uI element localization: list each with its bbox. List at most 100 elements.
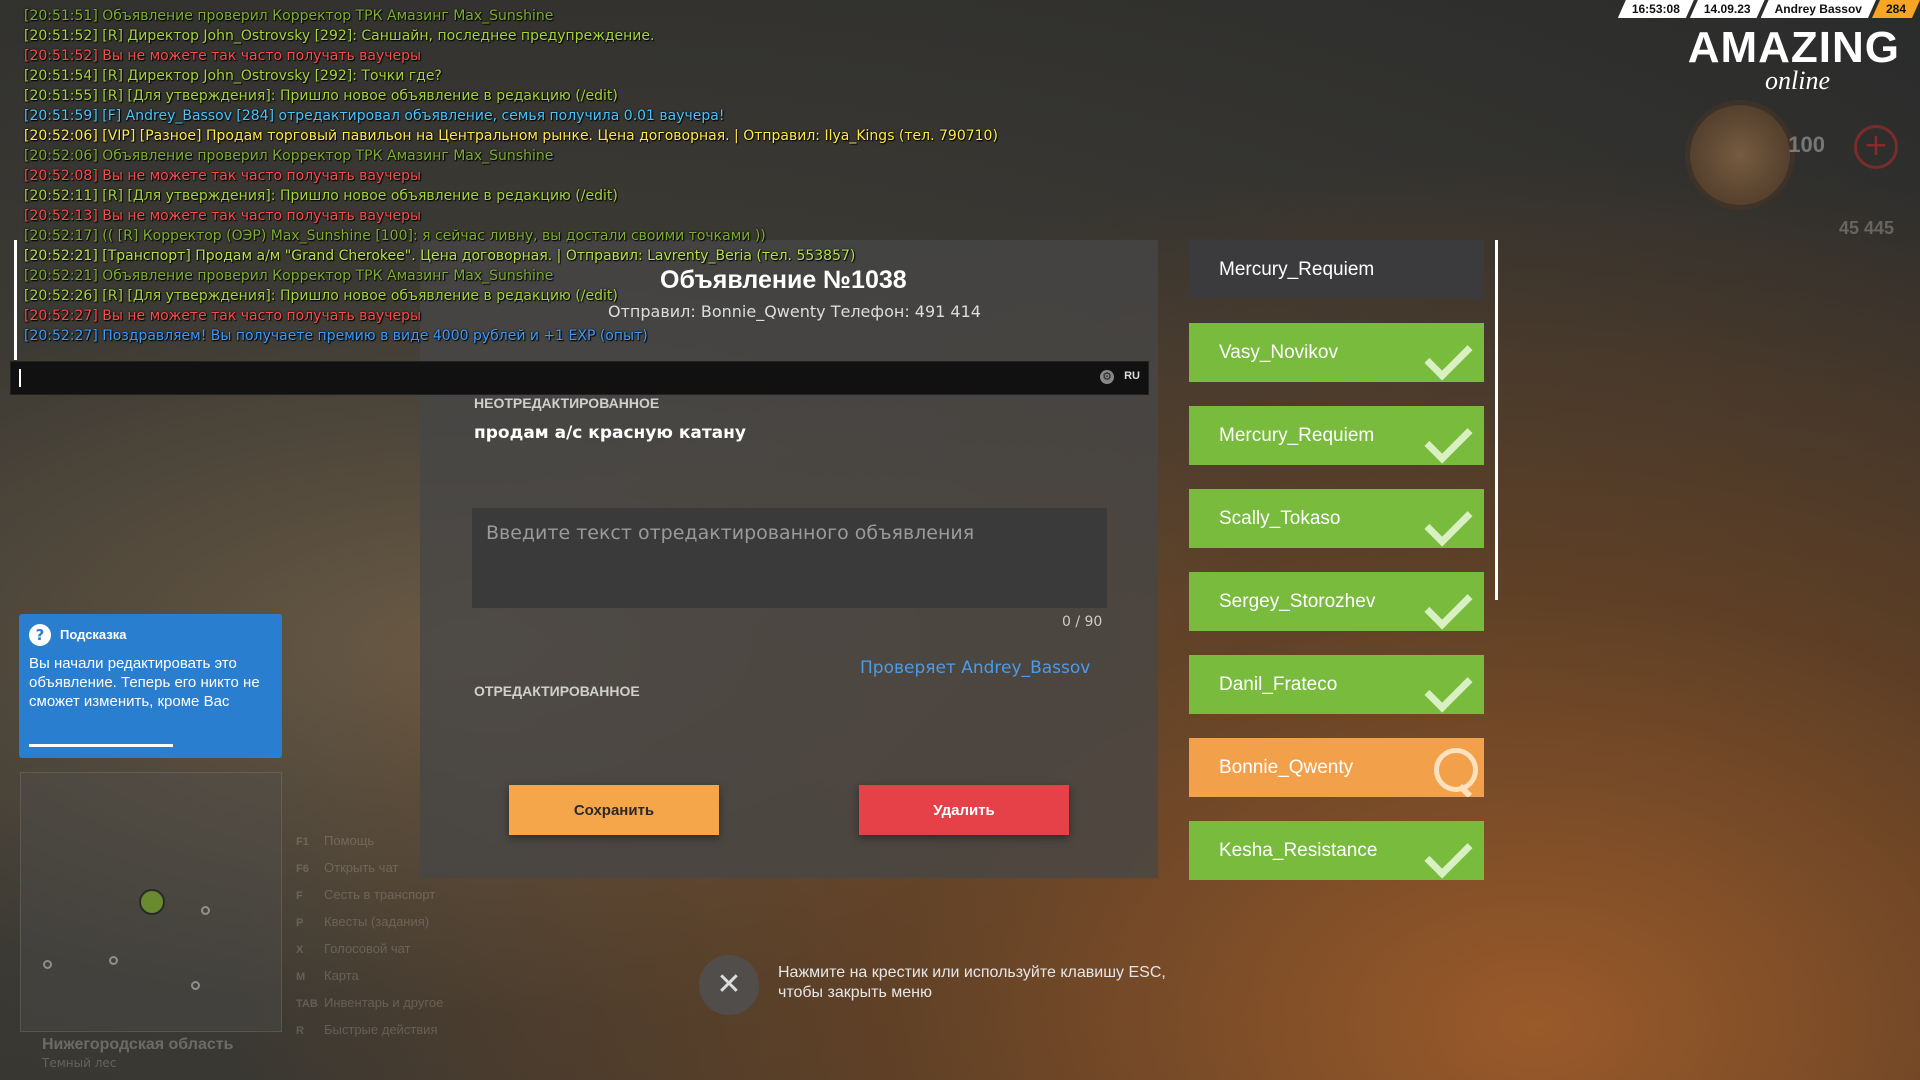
chat-line: [20:52:06] [VIP] [Разное] Продам торговы… (24, 128, 998, 144)
close-icon[interactable]: ✕ (699, 955, 759, 1015)
delete-button[interactable]: Удалить (859, 785, 1069, 835)
queue-item[interactable]: Kesha_Resistance (1189, 821, 1484, 880)
hotkey-key: F (296, 890, 303, 902)
chat-line: [20:52:11] [R] [Для утверждения]: Пришло… (24, 188, 618, 204)
health-value: 100 (1788, 132, 1825, 157)
health-plus-icon: + (1854, 125, 1898, 169)
chat-line: [20:52:21] Объявление проверил Корректор… (24, 268, 554, 284)
edited-label: ОТРЕДАКТИРОВАННОЕ (474, 683, 640, 699)
hotkey-label: Инвентарь и другое (324, 995, 444, 1010)
hotkey-key: TAB (296, 998, 318, 1010)
game-logo: AMAZING online (1670, 23, 1900, 94)
map-marker-icon (43, 960, 52, 969)
queue-item-name: Bonnie_Qwenty (1219, 757, 1354, 778)
chat-scroll-indicator (14, 240, 17, 360)
hotkey-label: Быстрые действия (324, 1022, 438, 1037)
chat-line: [20:52:27] Вы не можете так часто получа… (24, 308, 422, 324)
queue-item-name: Vasy_Novikov (1219, 342, 1338, 363)
chat-line: [20:52:21] [Транспорт] Продам а/м "Grand… (24, 248, 856, 264)
hotkey-key: X (296, 944, 304, 956)
chat-line: [20:51:55] [R] [Для утверждения]: Пришло… (24, 88, 618, 104)
unedited-label: НЕОТРЕДАКТИРОВАННОЕ (474, 395, 660, 411)
hotkey-row: X Голосовой чат (296, 936, 443, 963)
hotkey-row: F Сесть в транспорт (296, 882, 443, 909)
chat-line: [20:51:52] Вы не можете так часто получа… (24, 48, 422, 64)
chat-line: [20:51:54] [R] Директор John_Ostrovsky [… (24, 68, 442, 84)
hotkey-row: F6 Открыть чат (296, 855, 443, 882)
hint-progress (29, 744, 173, 747)
list-scrollbar[interactable] (1495, 240, 1498, 600)
chat-log: [20:51:51] Объявление проверил Корректор… (24, 6, 1124, 346)
queue-item[interactable]: Sergey_Storozhev (1189, 572, 1484, 631)
check-icon (1428, 831, 1478, 879)
chat-line: [20:52:13] Вы не можете так часто получа… (24, 208, 422, 224)
money-value: 45 445 (1838, 218, 1894, 238)
edited-ad-input[interactable] (472, 508, 1107, 608)
hotkey-key: P (296, 917, 304, 929)
hotkey-label: Сесть в транспорт (324, 887, 436, 902)
queue-item-name: Scally_Tokaso (1219, 508, 1341, 529)
hotkey-row: P Квесты (задания) (296, 909, 443, 936)
subregion-name: Темный лес (42, 1056, 117, 1070)
close-hint-line2: чтобы закрыть меню (778, 984, 932, 1001)
player-id: 284 (1872, 0, 1920, 18)
hotkey-row: M Карта (296, 963, 443, 990)
player-name: Andrey Bassov (1761, 0, 1876, 18)
hotkey-key: F1 (296, 836, 309, 848)
queue-item-name: Mercury_Requiem (1219, 259, 1375, 280)
chat-line: [20:52:26] [R] [Для утверждения]: Пришло… (24, 288, 618, 304)
logo-text: AMAZING (1687, 23, 1900, 72)
chat-line: [20:51:51] Объявление проверил Корректор… (24, 8, 554, 24)
original-ad-text: продам а/с красную катану (474, 423, 746, 443)
hotkey-row: TAB Инвентарь и другое (296, 990, 443, 1017)
region-name: Нижегородская область (42, 1036, 234, 1053)
hotkey-label: Голосовой чат (324, 941, 411, 956)
logo-subtext: online (1765, 66, 1830, 95)
player-position-icon (139, 889, 165, 915)
search-icon (1428, 748, 1478, 796)
language-indicator[interactable]: RU (1124, 370, 1140, 382)
check-icon (1428, 416, 1478, 464)
checker-name: Проверяет Andrey_Bassov (860, 658, 1091, 678)
chat-line: [20:52:06] Объявление проверил Корректор… (24, 148, 554, 164)
hotkey-key: R (296, 1025, 304, 1037)
hotkeys-help: F1 Помощь F6 Открыть чат F Сесть в транспорт P… (296, 828, 443, 1044)
hint-title: Подсказка (60, 627, 127, 642)
hotkey-label: Помощь (324, 833, 375, 848)
chat-line: [20:52:17] (( [R] Корректор (ОЭР) Max_Su… (24, 228, 766, 244)
clock: 16:53:08 (1618, 0, 1694, 18)
minimap[interactable] (20, 772, 282, 1032)
queue-item[interactable]: Danil_Frateco (1189, 655, 1484, 714)
chat-line: [20:51:52] [R] Директор John_Ostrovsky [… (24, 28, 655, 44)
check-icon (1428, 582, 1478, 630)
queue-item-active[interactable]: Bonnie_Qwenty (1189, 738, 1484, 797)
player-avatar (1685, 100, 1795, 210)
queue-item-name: Danil_Frateco (1219, 674, 1338, 695)
check-icon (1428, 499, 1478, 547)
hotkey-label: Карта (324, 968, 359, 983)
check-icon (1428, 333, 1478, 381)
map-marker-icon (191, 981, 200, 990)
hotkey-row: R Быстрые действия (296, 1017, 443, 1044)
check-icon (1428, 665, 1478, 713)
hotkey-label: Открыть чат (324, 860, 399, 875)
char-counter: 0 / 90 (1062, 614, 1103, 630)
hint-panel: ? Подсказка Вы начали редактировать это … (19, 614, 282, 758)
text-cursor (19, 369, 21, 387)
hotkey-key: F6 (296, 863, 309, 875)
queue-item-header[interactable]: Mercury_Requiem (1189, 240, 1484, 299)
queue-item[interactable]: Vasy_Novikov (1189, 323, 1484, 382)
chat-input[interactable]: ⚙ RU (10, 361, 1149, 395)
question-icon: ? (29, 624, 51, 646)
save-button[interactable]: Сохранить (509, 785, 719, 835)
queue-item[interactable]: Scally_Tokaso (1189, 489, 1484, 548)
gear-icon[interactable]: ⚙ (1100, 370, 1114, 384)
chat-line: [20:52:27] Поздравляем! Вы получаете пре… (24, 328, 648, 344)
queue-item-name: Kesha_Resistance (1219, 840, 1378, 861)
queue-item[interactable]: Mercury_Requiem (1189, 406, 1484, 465)
chat-line: [20:52:08] Вы не можете так часто получа… (24, 168, 422, 184)
date: 14.09.23 (1690, 0, 1765, 18)
close-hint-line1: Нажмите на крестик или используйте клави… (778, 964, 1166, 981)
hotkey-label: Квесты (задания) (324, 914, 430, 929)
chat-line: [20:51:59] [F] Andrey_Bassov [284] отред… (24, 108, 725, 124)
